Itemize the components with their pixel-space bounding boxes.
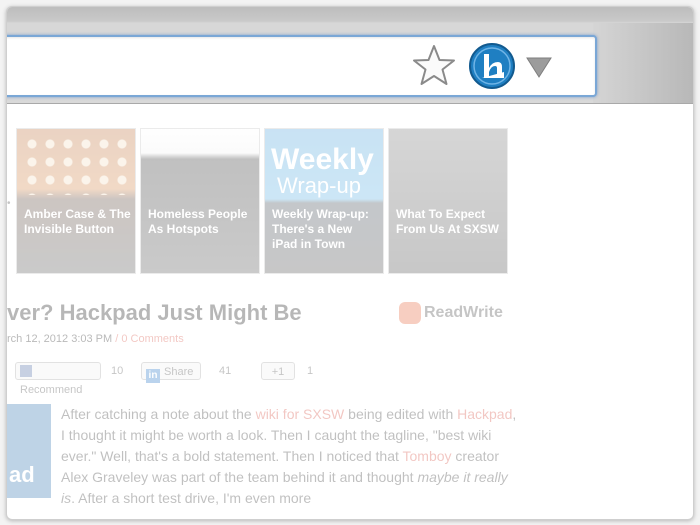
article-image-text: ad [9,462,35,487]
thumbnail-caption: Amber Case & The Invisible Button [24,207,131,236]
meta-separator: / [112,333,122,345]
thumbnail-caption: Homeless People As Hotspots [148,207,248,236]
thumbnail-item[interactable]: Weekly Wrap-up Weekly Wrap-up: There's a… [264,128,384,274]
triangle-down-icon[interactable] [525,55,553,79]
hackpad-link[interactable]: Hackpad [457,406,512,422]
plus-one-count: 1 [307,365,314,377]
recommend-count: 10 [111,365,124,377]
recommend-label: Recommend [20,384,83,396]
site-logo[interactable]: ReadWrite [399,302,503,324]
logo-text: ReadWrite [424,304,503,321]
linkedin-share-button[interactable]: in Share [141,362,201,383]
article-image: ad [7,404,51,498]
thumbnail-image-text: Weekly [271,143,374,176]
readwrite-logo-icon [399,302,421,324]
thumbnail-image-text: Wrap-up [277,173,361,198]
recommend-button[interactable]: Recommend [15,362,101,396]
thumbnail-caption: Weekly Wrap-up: There's a New iPad in To… [272,207,369,251]
comments-link[interactable]: 0 Comments [121,333,183,345]
thumbnail-item[interactable]: What To Expect From Us At SXSW [388,128,508,274]
tomboy-link[interactable]: Tomboy [403,448,452,464]
article-meta: rch 12, 2012 3:03 PM / 0 Comments [7,333,184,345]
linkedin-icon: in [146,369,160,383]
thumbnail-item[interactable]: Amber Case & The Invisible Button [16,128,136,274]
thumbnail-caption: What To Expect From Us At SXSW [396,207,499,236]
body-text: being edited with [344,406,458,422]
article-headline[interactable]: ver? Hackpad Just Might Be [7,300,302,326]
share-label: Share [164,366,194,378]
article-body: After catching a note about the wiki for… [61,404,521,509]
body-text: . After a short test drive, I'm even mor… [71,490,312,506]
plus-one-button[interactable]: +1 [261,362,295,380]
web-page-content: • Amber Case & The Invisible Button Home… [7,104,693,519]
thumbnail-item[interactable]: Homeless People As Hotspots [140,128,260,274]
hackpad-extension-icon[interactable] [468,42,516,90]
article-date: rch 12, 2012 3:03 PM [7,333,113,345]
body-text: After catching a note about the [61,406,256,422]
browser-window: • Amber Case & The Invisible Button Home… [6,6,694,520]
toolbar-right-area [593,23,693,103]
thumbnail-image [23,135,133,195]
bullet-marker: • [7,198,11,209]
facebook-icon [20,365,32,377]
star-outline-icon[interactable] [411,43,457,89]
plus-one-label: +1 [271,366,285,378]
sxsw-wiki-link[interactable]: wiki for SXSW [256,406,345,422]
browser-toolbar [7,7,693,104]
share-count: 41 [219,365,232,377]
